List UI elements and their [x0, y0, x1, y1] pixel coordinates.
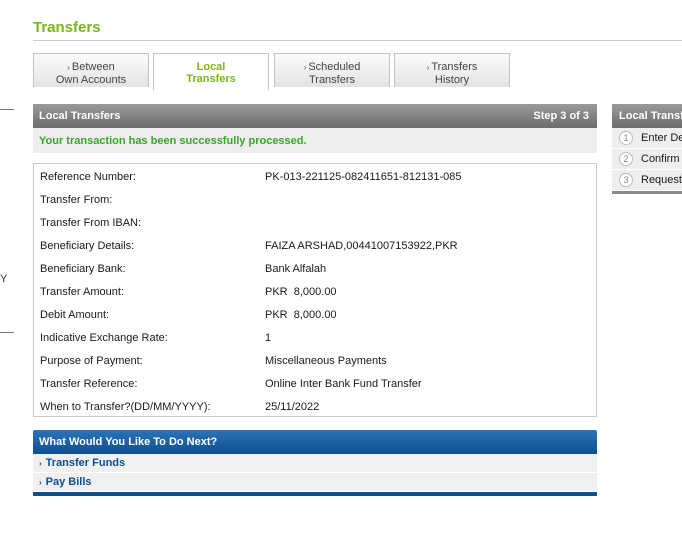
transfer-funds-link[interactable]: › Transfer Funds: [33, 454, 597, 473]
detail-value: 1: [265, 332, 272, 344]
detail-row-transfer-amount: Transfer Amount: PKR 8,000.00: [34, 282, 596, 302]
page-title: Transfers: [33, 19, 101, 36]
detail-row-exchange-rate: Indicative Exchange Rate: 1: [34, 328, 596, 348]
detail-row-beneficiary-details: Beneficiary Details: FAIZA ARSHAD,004410…: [34, 236, 596, 256]
tab-label-line2: Transfers: [308, 74, 356, 86]
step-label: Confirm: [641, 153, 680, 165]
steps-sidebar: Local Transfers 1 Enter Details 2 Confir…: [612, 104, 682, 194]
detail-value: Online Inter Bank Fund Transfer: [265, 378, 422, 390]
detail-row-beneficiary-bank: Beneficiary Bank: Bank Alfalah: [34, 259, 596, 279]
step-label: Enter Details: [641, 132, 682, 144]
step-indicator: Step 3 of 3: [533, 110, 589, 122]
next-actions-panel: What Would You Like To Do Next? › Transf…: [33, 430, 597, 496]
detail-label: Transfer Amount:: [40, 286, 124, 298]
step-number-icon: 3: [619, 173, 633, 187]
tab-transfers-history[interactable]: › Transfers History: [394, 53, 510, 87]
detail-row-transfer-from-iban: Transfer From IBAN:: [34, 213, 596, 233]
detail-label: Indicative Exchange Rate:: [40, 332, 168, 344]
detail-value: PKR 8,000.00: [265, 286, 337, 298]
detail-label: Transfer From:: [40, 194, 113, 206]
detail-label: Transfer Reference:: [40, 378, 138, 390]
step-number-icon: 2: [619, 152, 633, 166]
tab-label-line1: Scheduled: [308, 61, 361, 73]
title-divider: [33, 40, 682, 41]
detail-value: PKR 8,000.00: [265, 309, 337, 321]
panel-bottom-bar: [33, 492, 597, 496]
tab-label-line2: Own Accounts: [55, 74, 127, 86]
detail-label: Purpose of Payment:: [40, 355, 143, 367]
next-actions-title: What Would You Like To Do Next?: [33, 430, 597, 454]
detail-label: Beneficiary Details:: [40, 240, 135, 252]
detail-row-when-to-transfer: When to Transfer?(DD/MM/YYYY): 25/11/202…: [34, 397, 596, 417]
tab-label-line2: Transfers: [186, 73, 236, 85]
link-label: Transfer Funds: [45, 457, 126, 469]
chevron-right-icon: ›: [67, 63, 70, 72]
tab-label-line2: History: [434, 74, 470, 86]
detail-label: Transfer From IBAN:: [40, 217, 142, 229]
local-transfers-panel: Local Transfers Step 3 of 3 Your transac…: [33, 104, 597, 153]
chevron-right-icon: ›: [39, 477, 42, 487]
tab-local-transfers[interactable]: Local Transfers: [153, 53, 269, 90]
chevron-right-icon: ›: [303, 63, 307, 72]
detail-value: Miscellaneous Payments: [265, 355, 387, 367]
step-item-2: 2 Confirm: [612, 149, 682, 170]
detail-label: Beneficiary Bank:: [40, 263, 126, 275]
detail-value: Bank Alfalah: [265, 263, 327, 275]
detail-label: When to Transfer?(DD/MM/YYYY):: [40, 401, 211, 413]
steps-title: Local Transfers: [612, 104, 682, 128]
tab-label-line1: Transfers: [431, 61, 478, 73]
success-message: Your transaction has been successfully p…: [33, 128, 597, 153]
detail-row-transfer-reference: Transfer Reference: Online Inter Bank Fu…: [34, 374, 596, 394]
step-number-icon: 1: [619, 131, 633, 145]
transfer-details-table: Reference Number: PK-013-221125-08241165…: [33, 163, 597, 417]
detail-label: Reference Number:: [40, 171, 136, 183]
side-fragment-text: Y: [0, 273, 8, 285]
side-divider-bottom: [0, 332, 14, 333]
tab-label-line1: Local: [196, 61, 226, 73]
pay-bills-link[interactable]: › Pay Bills: [33, 473, 597, 492]
step-label: Request: [641, 174, 682, 186]
chevron-right-icon: ›: [39, 458, 42, 468]
panel-title: Local Transfers: [39, 110, 121, 122]
detail-row-transfer-from: Transfer From:: [34, 190, 596, 210]
detail-value: 25/11/2022: [265, 401, 320, 413]
detail-value: FAIZA ARSHAD,00441007153922,PKR: [265, 240, 458, 252]
tab-scheduled-transfers[interactable]: › Scheduled Transfers: [274, 53, 390, 87]
panel-header: Local Transfers Step 3 of 3: [33, 104, 597, 128]
tab-label-line1: Between: [71, 61, 115, 73]
step-item-1: 1 Enter Details: [612, 128, 682, 149]
detail-row-purpose-of-payment: Purpose of Payment: Miscellaneous Paymen…: [34, 351, 596, 371]
detail-value: PK-013-221125-082411651-812131-085: [265, 171, 462, 183]
chevron-right-icon: ›: [426, 63, 430, 72]
detail-label: Debit Amount:: [40, 309, 110, 321]
steps-bottom-bar: [612, 191, 682, 194]
detail-row-debit-amount: Debit Amount: PKR 8,000.00: [34, 305, 596, 325]
detail-row-reference-number: Reference Number: PK-013-221125-08241165…: [34, 167, 596, 187]
step-item-3: 3 Request: [612, 170, 682, 191]
link-label: Pay Bills: [45, 476, 92, 488]
side-divider-top: [0, 109, 14, 110]
tab-between-own-accounts[interactable]: › Between Own Accounts: [33, 53, 149, 87]
